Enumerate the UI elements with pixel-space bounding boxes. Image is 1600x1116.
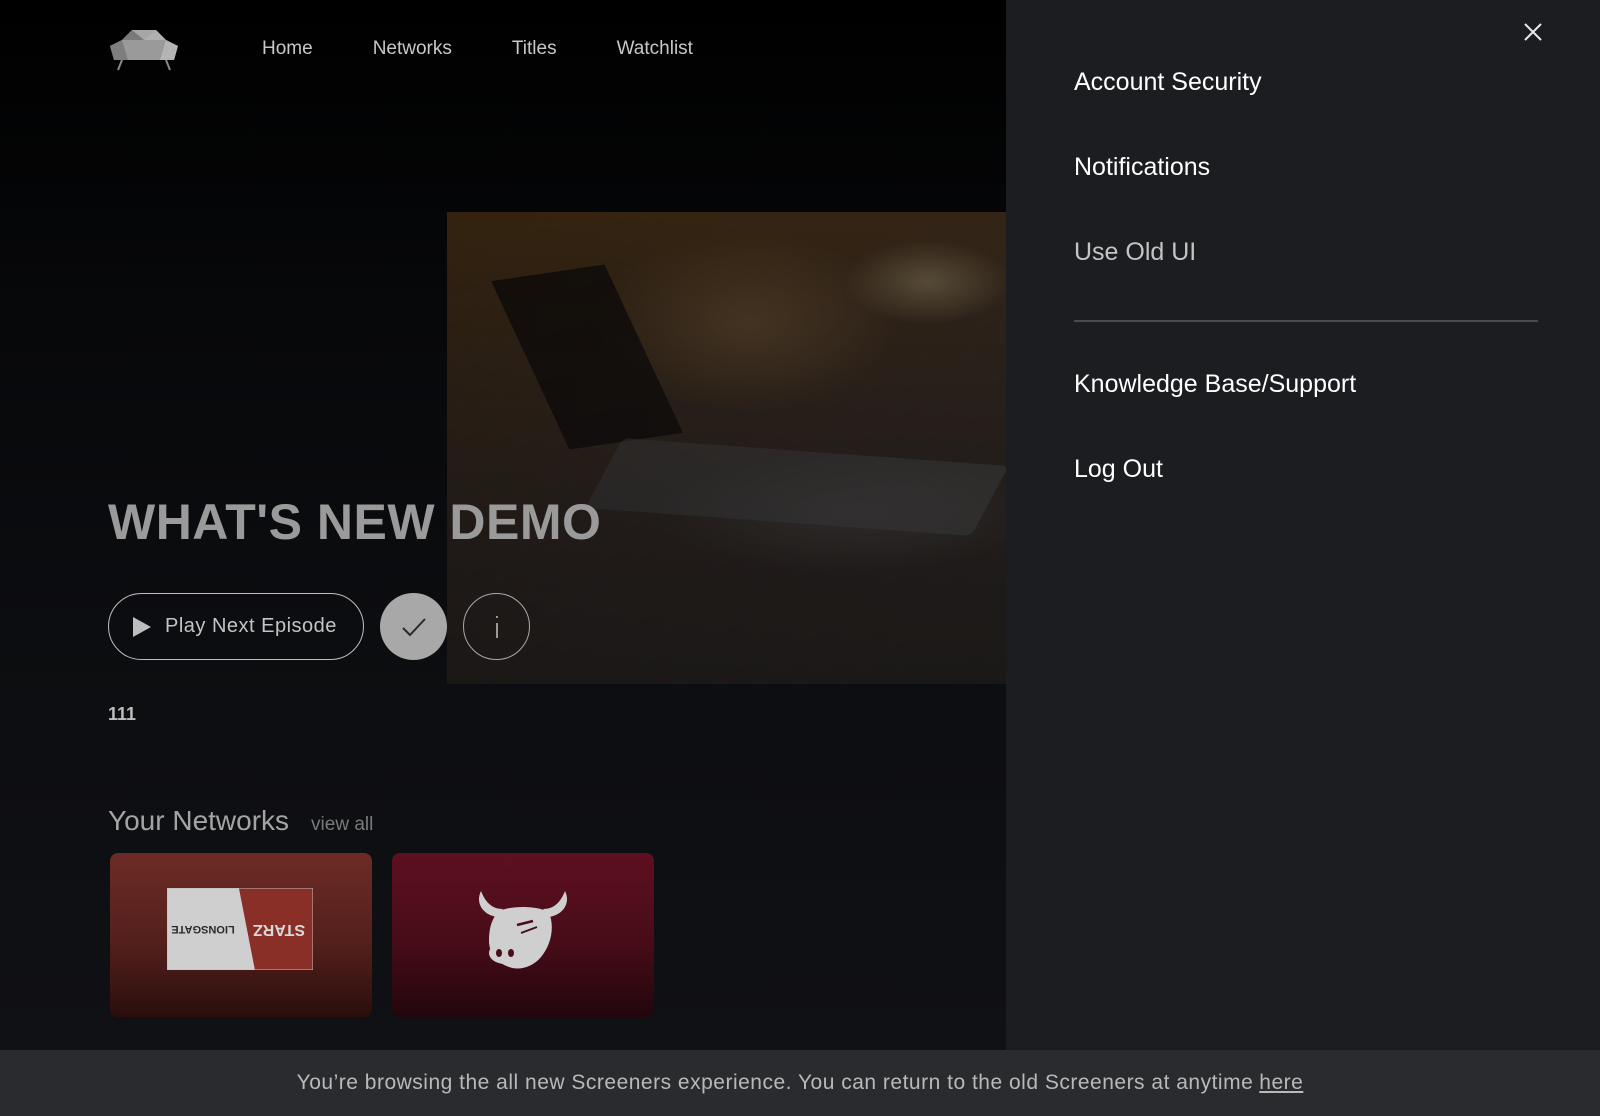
network-card-bull[interactable] — [392, 853, 654, 1017]
nav-titles[interactable]: Titles — [512, 38, 557, 60]
banner-here-link[interactable]: here — [1259, 1071, 1303, 1095]
new-experience-banner: You’re browsing the all new Screeners ex… — [0, 1050, 1600, 1116]
play-icon — [133, 616, 151, 637]
main-nav: Home Networks Titles Watchlist — [262, 38, 693, 60]
watchlist-check-button[interactable] — [380, 593, 447, 660]
play-next-episode-button[interactable]: Play Next Episode — [108, 593, 364, 660]
hero-image — [447, 212, 1006, 684]
network-card-lionsgate-starz[interactable]: LIONSGATE STARZ — [110, 853, 372, 1017]
menu-item-log-out[interactable]: Log Out — [1074, 455, 1163, 484]
play-button-label: Play Next Episode — [165, 615, 337, 637]
check-icon — [401, 617, 426, 636]
close-icon[interactable] — [1521, 20, 1545, 44]
hero-image-overlay — [447, 212, 1006, 684]
menu-item-account-security[interactable]: Account Security — [1074, 68, 1262, 97]
nav-home[interactable]: Home — [262, 38, 313, 60]
episode-code: 111 — [108, 704, 137, 724]
hero-title: WHAT'S NEW DEMO — [108, 494, 602, 550]
menu-divider — [1074, 320, 1538, 322]
lionsgate-logo-text: LIONSGATE — [171, 923, 234, 935]
menu-item-knowledge-base[interactable]: Knowledge Base/Support — [1074, 370, 1356, 399]
lionsgate-starz-logo: LIONSGATE STARZ — [167, 888, 313, 970]
account-side-panel: Account Security Notifications Use Old U… — [1006, 0, 1600, 1050]
info-button[interactable] — [463, 593, 530, 660]
networks-title: Your Networks — [108, 805, 290, 836]
hero-actions: Play Next Episode — [108, 593, 530, 660]
banner-text: You’re browsing the all new Screeners ex… — [296, 1071, 1254, 1094]
menu-item-use-old-ui[interactable]: Use Old UI — [1074, 238, 1196, 267]
main-page: Home Networks Titles Watchlist WHAT'S NE… — [0, 0, 1006, 1050]
info-icon — [495, 615, 498, 638]
nav-networks[interactable]: Networks — [373, 38, 452, 60]
starz-logo-text: STARZ — [253, 921, 305, 938]
networks-header: Your Networks view all — [108, 805, 373, 837]
nav-watchlist[interactable]: Watchlist — [617, 38, 693, 60]
menu-item-notifications[interactable]: Notifications — [1074, 153, 1210, 182]
bull-logo-icon — [478, 891, 568, 969]
sofa-logo-icon[interactable] — [108, 26, 180, 72]
view-all-link[interactable]: view all — [311, 814, 373, 836]
